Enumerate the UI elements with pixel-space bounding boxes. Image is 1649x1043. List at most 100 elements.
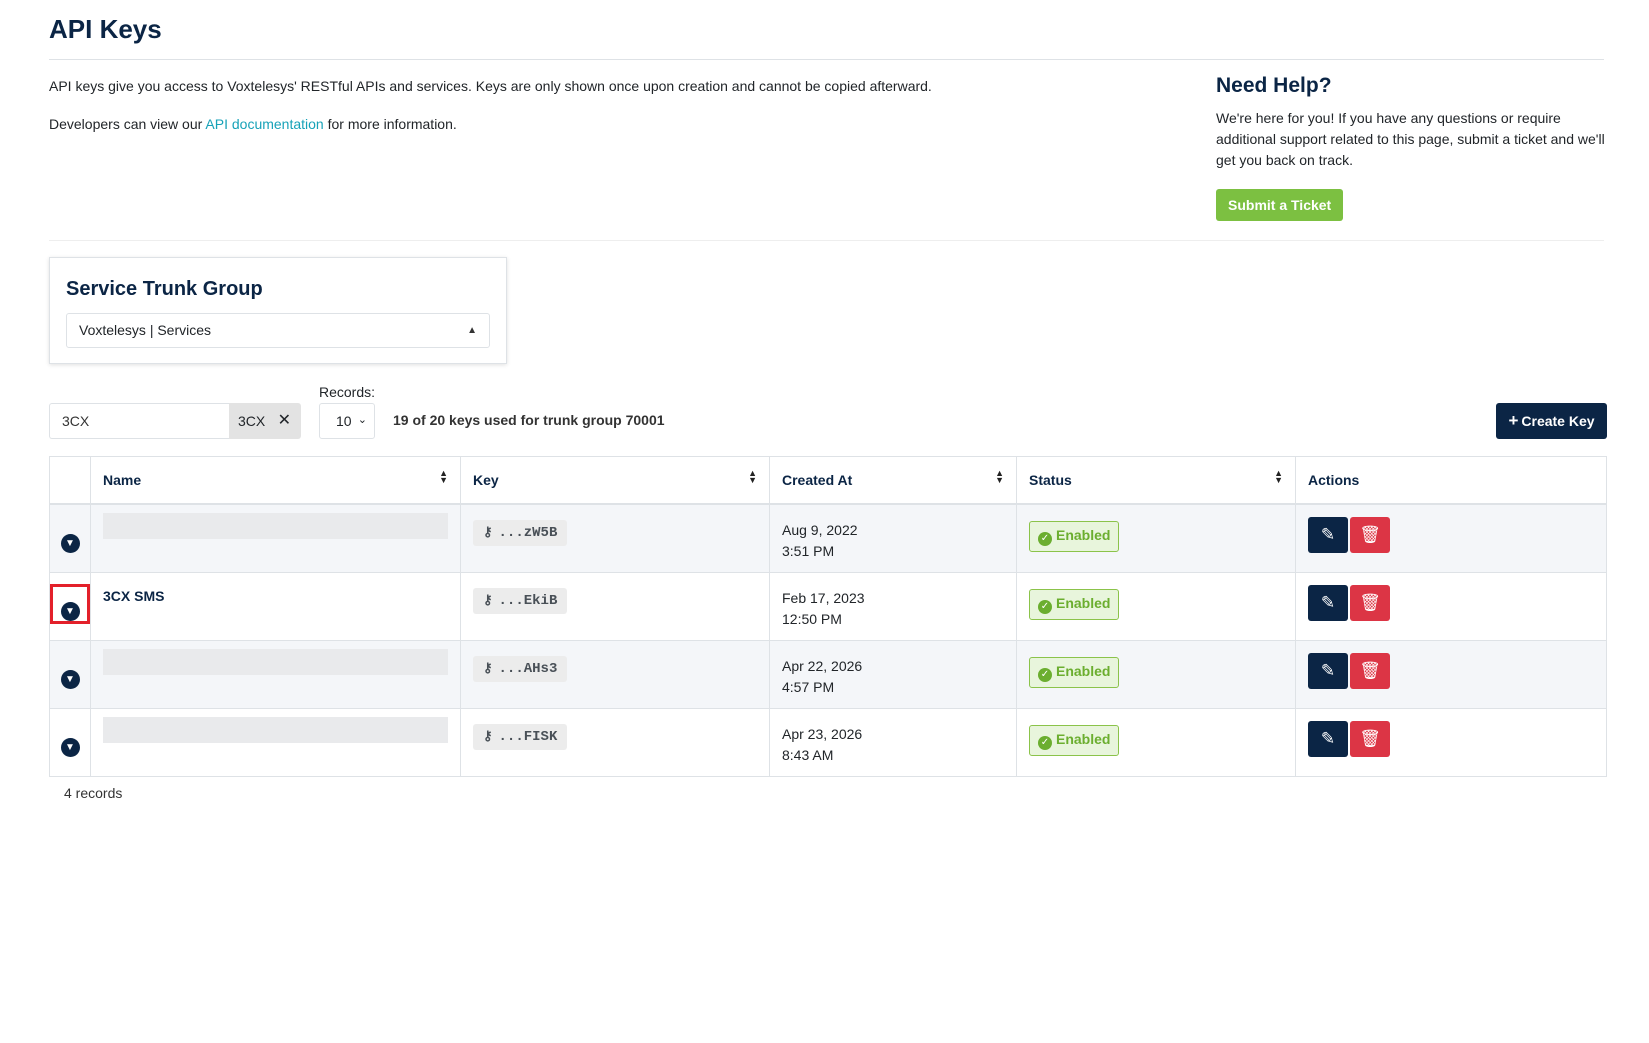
key-pill: ⚷ ...EkiB [473,588,568,614]
table-row: ▼ ⚷ ...AHs3 Apr 22, 2026 4:57 PM ✓ Enabled … [49,640,1607,709]
key-icon: ⚷ [483,593,493,608]
column-header-label: Name [103,472,142,488]
name-cell [90,503,461,573]
intro-docs-suffix: for more information. [323,116,457,132]
key-icon: ⚷ [483,729,493,744]
help-text: We're here for you! If you have any ques… [1216,110,1605,168]
trash-icon: 🗑 [1359,593,1381,612]
intro-docs-line: Developers can view our API documentatio… [49,114,1099,134]
intro-section: API keys give you access to Voxtelesys' … [49,76,1099,152]
column-header-name[interactable]: Name ▲ ▼ [90,456,461,505]
check-circle-icon: ✓ [1038,600,1052,614]
created-at-cell: Feb 17, 2023 12:50 PM [769,572,1017,641]
intro-description: API keys give you access to Voxtelesys' … [49,78,932,94]
api-keys-table: Name ▲ ▼ Key ▲ ▼ Created At ▲ ▼ Status ▲ ▼ Actio… [49,456,1607,777]
created-date: Apr 22, 2026 [782,658,863,674]
column-header-status[interactable]: Status ▲ ▼ [1016,456,1296,505]
created-at-cell: Aug 9, 2022 3:51 PM [769,503,1017,573]
key-cell: ⚷ ...AHs3 [460,640,770,709]
submit-ticket-button[interactable]: Submit a Ticket [1216,189,1344,221]
search-input[interactable]: 3CX [49,403,229,439]
status-badge: ✓ Enabled [1029,589,1120,620]
api-keys-page: API Keys API keys give you access to Vox… [0,0,1649,1043]
records-label: Records: [319,384,376,400]
column-header-label: Status [1029,472,1072,488]
name-cell: 3CX SMS [90,572,461,641]
records-per-page-select[interactable]: 10 ⌄ [319,403,375,439]
created-time: 8:43 AM [782,747,834,763]
chevron-down-icon[interactable]: ▼ [60,738,80,757]
column-header-label: Actions [1308,472,1360,488]
column-header-actions: Actions [1295,456,1607,505]
actions-cell: ✎ 🗑 [1295,708,1607,777]
created-at-cell: Apr 22, 2026 4:57 PM [769,640,1017,709]
service-trunk-group-card: Service Trunk Group Voxtelesys | Service… [49,257,507,364]
edit-button[interactable]: ✎ [1308,517,1348,553]
section-divider [49,240,1604,241]
key-icon: ⚷ [483,525,493,540]
pencil-icon: ✎ [1320,525,1336,544]
key-cell: ⚷ ...zW5B [460,503,770,573]
delete-button[interactable]: 🗑 [1350,653,1390,689]
created-time: 4:57 PM [782,679,835,695]
sort-icon: ▲ ▼ [748,468,757,485]
column-header-label: Key [473,472,499,488]
delete-button[interactable]: 🗑 [1350,721,1390,757]
title-divider [49,59,1604,60]
table-header-row: Name ▲ ▼ Key ▲ ▼ Created At ▲ ▼ Status ▲ ▼ Actio… [49,456,1607,505]
column-header-key[interactable]: Key ▲ ▼ [460,456,770,505]
close-icon[interactable]: ✕ [278,403,291,439]
status-badge: ✓ Enabled [1029,725,1120,756]
status-label: Enabled [1056,527,1111,543]
key-pill: ⚷ ...AHs3 [473,656,568,682]
key-suffix: ...EkiB [498,593,558,609]
check-circle-icon: ✓ [1038,668,1052,682]
key-suffix: ...zW5B [498,525,558,541]
sort-icon: ▲ ▼ [439,468,448,485]
status-cell: ✓ Enabled [1016,640,1296,709]
created-time: 3:51 PM [782,543,835,559]
chevron-down-icon[interactable]: ▼ [60,670,80,689]
filter-chip-label: 3CX [238,413,266,429]
edit-button[interactable]: ✎ [1308,653,1348,689]
filter-chip: 3CX ✕ [229,403,301,439]
name-cell [90,640,461,709]
key-cell: ⚷ ...EkiB [460,572,770,641]
edit-button[interactable]: ✎ [1308,585,1348,621]
status-cell: ✓ Enabled [1016,708,1296,777]
trash-icon: 🗑 [1359,661,1381,680]
table-row: ▼ ⚷ ...zW5B Aug 9, 2022 3:51 PM ✓ Enabled ✎… [49,503,1607,573]
help-panel: Need Help? We're here for you! If you ha… [1216,74,1606,221]
plus-icon: + [1508,411,1519,430]
key-pill: ⚷ ...zW5B [473,520,568,546]
table-row: ▼ 3CX SMS ⚷ ...EkiB Feb 17, 2023 12:50 PM … [49,572,1607,641]
edit-button[interactable]: ✎ [1308,721,1348,757]
created-at-cell: Apr 23, 2026 8:43 AM [769,708,1017,777]
check-circle-icon: ✓ [1038,532,1052,546]
pencil-icon: ✎ [1320,593,1336,612]
records-count: 4 records [64,785,123,801]
delete-button[interactable]: 🗑 [1350,517,1390,553]
status-badge: ✓ Enabled [1029,657,1120,688]
create-key-button[interactable]: + Create Key [1496,403,1607,439]
delete-button[interactable]: 🗑 [1350,585,1390,621]
page-title: API Keys [49,14,162,44]
actions-cell: ✎ 🗑 [1295,640,1607,709]
expand-column-header [49,456,91,505]
expand-cell: ▼ [49,640,91,709]
key-suffix: ...AHs3 [498,661,558,677]
records-per-page-value: 10 [336,413,352,429]
name-placeholder [103,649,448,675]
chevron-down-icon[interactable]: ▼ [60,602,80,621]
api-documentation-link[interactable]: API documentation [205,116,323,132]
chevron-down-icon[interactable]: ▼ [60,534,80,553]
help-title: Need Help? [1216,74,1332,97]
create-key-label: Create Key [1521,413,1595,429]
trunk-group-select[interactable]: Voxtelesys | Services ▲ [66,313,490,348]
created-time: 12:50 PM [782,611,842,627]
created-date: Aug 9, 2022 [782,522,858,538]
column-header-created-at[interactable]: Created At ▲ ▼ [769,456,1017,505]
check-circle-icon: ✓ [1038,736,1052,750]
actions-cell: ✎ 🗑 [1295,572,1607,641]
sort-icon: ▲ ▼ [995,468,1004,485]
